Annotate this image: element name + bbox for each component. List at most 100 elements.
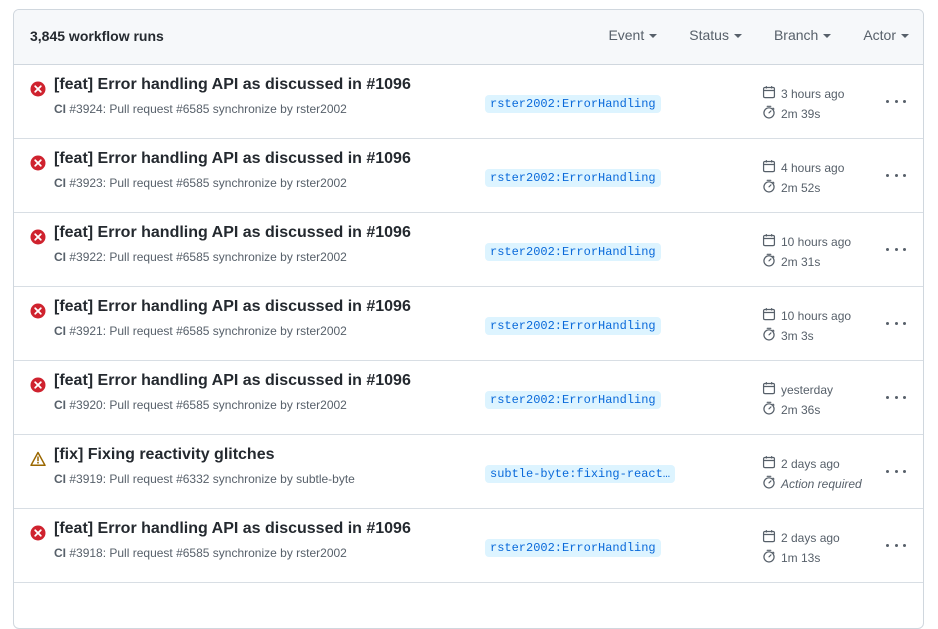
status-filter[interactable]: Status — [689, 27, 742, 43]
run-detail: #3920: Pull request #6585 synchronize by… — [69, 398, 347, 412]
run-when: yesterday — [781, 382, 834, 397]
event-filter[interactable]: Event — [608, 27, 658, 43]
run-row[interactable]: [feat] Error handling API as discussed i… — [14, 139, 923, 213]
calendar-icon — [762, 233, 781, 250]
runs-list: [feat] Error handling API as discussed i… — [14, 65, 923, 583]
more-options-button[interactable] — [886, 537, 906, 553]
caret-down-icon — [823, 33, 832, 38]
more-options-button[interactable] — [886, 167, 906, 183]
run-title[interactable]: [feat] Error handling API as discussed i… — [54, 150, 411, 168]
run-meta: CI #3921: Pull request #6585 synchronize… — [54, 324, 347, 338]
run-title[interactable]: [feat] Error handling API as discussed i… — [54, 372, 411, 390]
actor-filter[interactable]: Actor — [863, 27, 909, 43]
workflow-name[interactable]: CI — [54, 324, 66, 338]
run-time: 2 days ago — [762, 529, 840, 546]
more-options-button[interactable] — [886, 389, 906, 405]
status-filter-label: Status — [689, 27, 729, 43]
branch-label[interactable]: rster2002:ErrorHandling — [485, 539, 661, 557]
run-when: 10 hours ago — [781, 234, 852, 249]
run-meta: CI #3924: Pull request #6585 synchronize… — [54, 102, 347, 116]
run-time: 10 hours ago — [762, 233, 851, 250]
stopwatch-icon — [762, 549, 781, 566]
run-duration-text: Action required — [781, 476, 862, 491]
warning-icon — [30, 451, 46, 467]
run-meta: CI #3920: Pull request #6585 synchronize… — [54, 398, 347, 412]
workflow-name[interactable]: CI — [54, 546, 66, 560]
run-duration-text: 3m 3s — [781, 328, 814, 343]
calendar-icon — [762, 307, 781, 324]
failure-icon — [30, 303, 46, 319]
stopwatch-icon — [762, 253, 781, 270]
run-detail: #3918: Pull request #6585 synchronize by… — [69, 546, 347, 560]
run-title[interactable]: [feat] Error handling API as discussed i… — [54, 76, 411, 94]
calendar-icon — [762, 381, 781, 398]
branch-label[interactable]: subtle-byte:fixing-react… — [485, 465, 676, 483]
workflow-name[interactable]: CI — [54, 102, 66, 116]
branch-label[interactable]: rster2002:ErrorHandling — [485, 391, 661, 409]
branch-label[interactable]: rster2002:ErrorHandling — [485, 95, 661, 113]
run-when: 10 hours ago — [781, 308, 852, 323]
run-time: yesterday — [762, 381, 833, 398]
branch-label[interactable]: rster2002:ErrorHandling — [485, 169, 661, 187]
run-row[interactable]: [feat] Error handling API as discussed i… — [14, 287, 923, 361]
workflow-name[interactable]: CI — [54, 398, 66, 412]
stopwatch-icon — [762, 401, 781, 418]
run-title[interactable]: [fix] Fixing reactivity glitches — [54, 446, 275, 464]
run-when: 2 days ago — [781, 456, 840, 471]
run-detail: #3924: Pull request #6585 synchronize by… — [69, 102, 347, 116]
run-time: 2 days ago — [762, 455, 840, 472]
run-duration: Action required — [762, 475, 862, 492]
run-time: 4 hours ago — [762, 159, 844, 176]
run-title[interactable]: [feat] Error handling API as discussed i… — [54, 298, 411, 316]
run-title[interactable]: [feat] Error handling API as discussed i… — [54, 224, 411, 242]
filter-bar: Event Status Branch Actor — [608, 27, 909, 43]
run-title[interactable]: [feat] Error handling API as discussed i… — [54, 520, 411, 538]
run-row[interactable]: [feat] Error handling API as discussed i… — [14, 509, 923, 583]
more-options-button[interactable] — [886, 241, 906, 257]
workflow-name[interactable]: CI — [54, 250, 66, 264]
run-duration: 3m 3s — [762, 327, 814, 344]
run-detail: #3923: Pull request #6585 synchronize by… — [69, 176, 347, 190]
run-detail: #3919: Pull request #6332 synchronize by… — [69, 472, 355, 486]
workflow-runs-panel: 3,845 workflow runs Event Status Branch … — [13, 9, 924, 629]
calendar-icon — [762, 529, 781, 546]
calendar-icon — [762, 85, 781, 102]
run-row[interactable]: [feat] Error handling API as discussed i… — [14, 361, 923, 435]
failure-icon — [30, 155, 46, 171]
workflow-name[interactable]: CI — [54, 472, 66, 486]
actor-filter-label: Actor — [863, 27, 896, 43]
run-duration: 2m 31s — [762, 253, 820, 270]
failure-icon — [30, 377, 46, 393]
branch-filter[interactable]: Branch — [773, 27, 832, 43]
run-when: 3 hours ago — [781, 86, 845, 101]
run-row[interactable]: [fix] Fixing reactivity glitches CI #391… — [14, 435, 923, 509]
event-filter-label: Event — [608, 27, 645, 43]
branch-label[interactable]: rster2002:ErrorHandling — [485, 317, 661, 335]
run-duration: 2m 36s — [762, 401, 820, 418]
failure-icon — [30, 229, 46, 245]
branch-filter-label: Branch — [773, 27, 819, 43]
stopwatch-icon — [762, 105, 781, 122]
run-row[interactable]: [feat] Error handling API as discussed i… — [14, 213, 923, 287]
run-count: 3,845 workflow runs — [30, 28, 164, 44]
failure-icon — [30, 525, 46, 541]
run-duration-text: 1m 13s — [781, 550, 821, 565]
workflow-name[interactable]: CI — [54, 176, 66, 190]
run-time: 10 hours ago — [762, 307, 851, 324]
run-when: 4 hours ago — [781, 160, 845, 175]
calendar-icon — [762, 159, 781, 176]
more-options-button[interactable] — [886, 93, 906, 109]
run-duration: 2m 39s — [762, 105, 820, 122]
stopwatch-icon — [762, 327, 781, 344]
caret-down-icon — [901, 33, 909, 38]
stopwatch-icon — [762, 179, 781, 196]
run-duration-text: 2m 31s — [781, 254, 821, 269]
run-duration-text: 2m 36s — [781, 402, 821, 417]
more-options-button[interactable] — [886, 315, 906, 331]
stopwatch-icon — [762, 475, 781, 492]
run-meta: CI #3922: Pull request #6585 synchronize… — [54, 250, 347, 264]
run-row[interactable]: [feat] Error handling API as discussed i… — [14, 65, 923, 139]
run-time: 3 hours ago — [762, 85, 844, 102]
branch-label[interactable]: rster2002:ErrorHandling — [485, 243, 661, 261]
more-options-button[interactable] — [886, 463, 906, 479]
